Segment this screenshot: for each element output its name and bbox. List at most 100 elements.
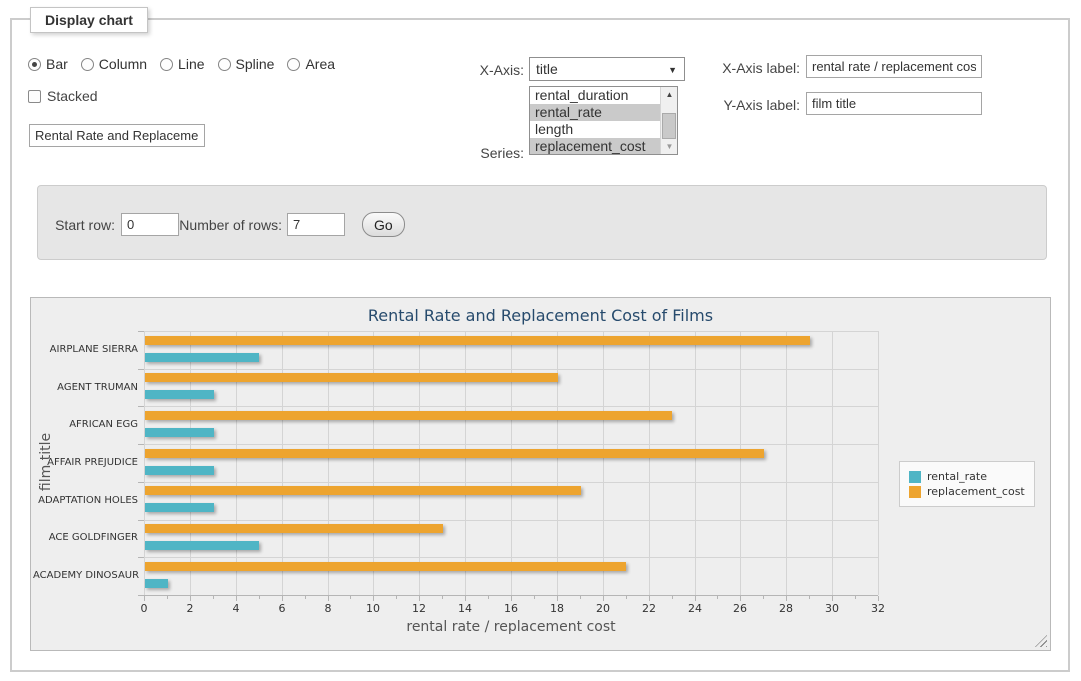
- radio-line[interactable]: [160, 58, 173, 71]
- category-label: ACE GOLDFINGER: [33, 532, 138, 543]
- x-axis-tick: [855, 596, 856, 599]
- x-tick-label: 2: [175, 602, 205, 615]
- x-axis-tick: [740, 596, 741, 601]
- gridline-vertical: [465, 331, 466, 595]
- gridline-vertical: [190, 331, 191, 595]
- series-option-rental_duration[interactable]: rental_duration: [530, 87, 660, 104]
- x-axis-tick: [534, 596, 535, 599]
- bar-rental_rate[interactable]: [145, 353, 259, 362]
- x-axis-tick: [786, 596, 787, 601]
- radio-area[interactable]: [287, 58, 300, 71]
- x-axis-tick: [511, 596, 512, 601]
- x-axis-tick: [167, 596, 168, 599]
- x-axis-tick: [832, 596, 833, 601]
- x-axis-tick: [144, 596, 145, 601]
- gridline-horizontal: [144, 557, 878, 558]
- x-axis-tick: [695, 596, 696, 601]
- x-axis-tick: [350, 596, 351, 599]
- x-axis-tick: [373, 596, 374, 601]
- bar-replacement_cost[interactable]: [145, 524, 443, 533]
- gridline-horizontal: [144, 482, 878, 483]
- stacked-row: Stacked: [28, 88, 98, 104]
- series-option-length[interactable]: length: [530, 121, 660, 138]
- bar-replacement_cost[interactable]: [145, 562, 626, 571]
- go-button[interactable]: Go: [362, 212, 405, 237]
- series-option-rental_rate[interactable]: rental_rate: [530, 104, 660, 121]
- bar-replacement_cost[interactable]: [145, 449, 764, 458]
- y-axis-tick: [138, 482, 144, 483]
- legend-swatch-rental_rate: [909, 471, 921, 483]
- bar-replacement_cost[interactable]: [145, 486, 581, 495]
- y-axis-tick: [138, 444, 144, 445]
- gridline-vertical: [419, 331, 420, 595]
- scrollbar-thumb[interactable]: [662, 113, 676, 139]
- radio-label-column[interactable]: Column: [99, 56, 147, 72]
- x-axis-select[interactable]: title ▼: [529, 57, 685, 81]
- radio-bar[interactable]: [28, 58, 41, 71]
- x-tick-label: 26: [725, 602, 755, 615]
- series-listbox[interactable]: rental_durationrental_ratelengthreplacem…: [529, 86, 678, 155]
- bar-rental_rate[interactable]: [145, 541, 259, 550]
- stacked-label[interactable]: Stacked: [47, 88, 98, 104]
- bar-rental_rate[interactable]: [145, 579, 168, 588]
- y-axis-tick: [138, 557, 144, 558]
- bar-replacement_cost[interactable]: [145, 373, 558, 382]
- gridline-horizontal: [144, 331, 878, 332]
- x-axis-tick: [557, 596, 558, 601]
- x-axis-tick: [236, 596, 237, 601]
- x-axis-tick: [488, 596, 489, 599]
- x-axis-tick: [649, 596, 650, 601]
- bar-replacement_cost[interactable]: [145, 411, 672, 420]
- gridline-vertical: [282, 331, 283, 595]
- radio-column[interactable]: [81, 58, 94, 71]
- gridline-vertical: [832, 331, 833, 595]
- y-axis-label-input[interactable]: [806, 92, 982, 115]
- x-tick-label: 14: [450, 602, 480, 615]
- gridline-vertical: [649, 331, 650, 595]
- gridline-vertical: [236, 331, 237, 595]
- series-options: rental_durationrental_ratelengthreplacem…: [530, 87, 660, 155]
- bar-rental_rate[interactable]: [145, 503, 214, 512]
- stacked-checkbox[interactable]: [28, 90, 41, 103]
- radio-label-bar[interactable]: Bar: [46, 56, 68, 72]
- chart-title-input[interactable]: [29, 124, 205, 147]
- gridline-vertical: [603, 331, 604, 595]
- x-axis-tick: [442, 596, 443, 599]
- x-axis-label-label: X-Axis label:: [690, 60, 800, 76]
- x-axis-tick: [190, 596, 191, 601]
- bar-rental_rate[interactable]: [145, 466, 214, 475]
- legend-item-replacement_cost[interactable]: replacement_cost: [909, 485, 1025, 498]
- category-label: ACADEMY DINOSAUR: [33, 570, 138, 581]
- chart-title: Rental Rate and Replacement Cost of Film…: [31, 306, 1050, 325]
- page: Display chart BarColumnLineSplineArea St…: [0, 0, 1081, 681]
- chart-plot-area: [144, 331, 878, 595]
- scroll-down-icon[interactable]: ▼: [661, 139, 678, 154]
- resize-grip-icon[interactable]: [1035, 635, 1047, 647]
- category-label: AGENT TRUMAN: [33, 382, 138, 393]
- x-axis-label-input[interactable]: [806, 55, 982, 78]
- legend-item-rental_rate[interactable]: rental_rate: [909, 470, 1025, 483]
- x-tick-label: 10: [358, 602, 388, 615]
- bar-rental_rate[interactable]: [145, 390, 214, 399]
- listbox-scrollbar[interactable]: ▲ ▼: [660, 87, 677, 154]
- legend-label: rental_rate: [927, 470, 987, 483]
- scroll-up-icon[interactable]: ▲: [661, 87, 678, 102]
- legend-swatch-replacement_cost: [909, 486, 921, 498]
- num-rows-input[interactable]: [287, 213, 345, 236]
- x-axis-tick: [809, 596, 810, 599]
- series-option-replacement_cost[interactable]: replacement_cost: [530, 138, 660, 155]
- dropdown-arrow-icon: ▼: [668, 65, 677, 75]
- x-axis-label: X-Axis:: [420, 62, 524, 78]
- bar-rental_rate[interactable]: [145, 428, 214, 437]
- radio-label-spline[interactable]: Spline: [236, 56, 275, 72]
- x-axis-tick: [213, 596, 214, 599]
- x-axis-tick: [878, 596, 879, 601]
- radio-spline[interactable]: [218, 58, 231, 71]
- gridline-vertical: [695, 331, 696, 595]
- x-axis-title: rental rate / replacement cost: [361, 619, 661, 635]
- radio-label-line[interactable]: Line: [178, 56, 204, 72]
- y-axis-tick: [138, 369, 144, 370]
- radio-label-area[interactable]: Area: [305, 56, 335, 72]
- bar-replacement_cost[interactable]: [145, 336, 810, 345]
- x-axis-tick: [282, 596, 283, 601]
